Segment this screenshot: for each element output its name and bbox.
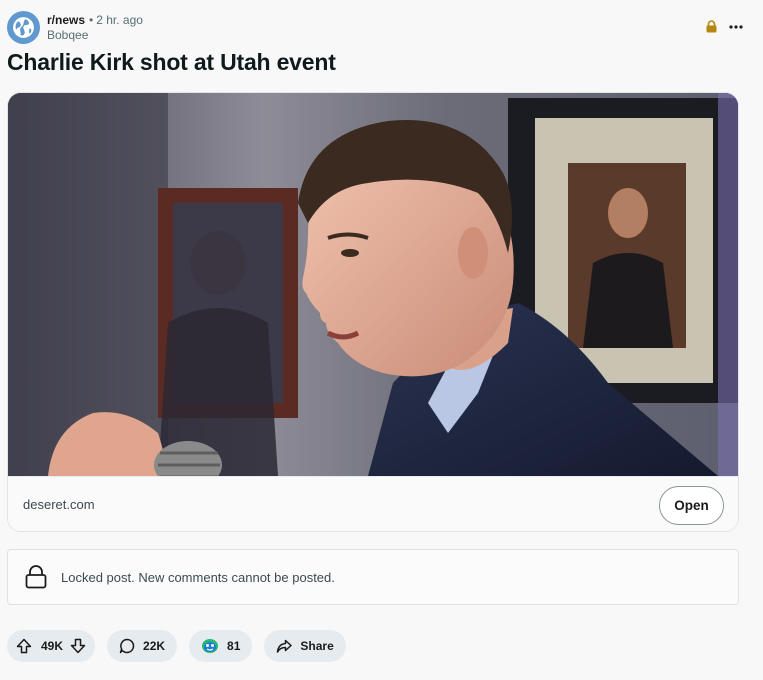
comment-bubble-icon [119, 638, 135, 653]
comments-button[interactable]: 22K [107, 629, 178, 662]
more-icon[interactable] [729, 24, 743, 29]
vote-count: 49K [41, 638, 64, 653]
thumbnail-image [8, 93, 738, 476]
subreddit-link[interactable]: r/news [47, 13, 85, 28]
lock-icon [706, 20, 717, 33]
link-preview-card[interactable]: deseret.com Open [7, 92, 739, 532]
award-count: 81 [227, 638, 241, 653]
post-title[interactable]: Charlie Kirk shot at Utah event [7, 49, 336, 76]
share-arrow-icon [277, 639, 293, 653]
award-icon [202, 638, 219, 653]
post-action-bar: 49K 22K 81 Share [7, 629, 358, 662]
locked-message: Locked post. New comments cannot be post… [61, 569, 335, 585]
locked-post-notice: Locked post. New comments cannot be post… [7, 549, 739, 605]
lock-icon [25, 565, 47, 589]
share-label: Share [300, 638, 334, 653]
vote-control: 49K [7, 629, 96, 662]
downvote-arrow-icon[interactable] [70, 638, 86, 654]
meta-separator: • [89, 13, 94, 27]
globe-icon [13, 17, 34, 38]
post-timestamp: 2 hr. ago [96, 13, 143, 27]
open-link-button[interactable]: Open [659, 486, 724, 525]
link-domain[interactable]: deseret.com [23, 497, 95, 512]
award-button[interactable]: 81 [189, 629, 253, 662]
subreddit-avatar[interactable] [7, 11, 40, 44]
link-footer: deseret.com Open [8, 476, 738, 531]
post-header: r/news • 2 hr. ago Bobqee [7, 11, 743, 45]
header-actions [706, 20, 743, 33]
share-button[interactable]: Share [264, 629, 346, 662]
author-link[interactable]: Bobqee [47, 28, 143, 43]
upvote-arrow-icon[interactable] [16, 638, 32, 654]
post-meta: r/news • 2 hr. ago Bobqee [47, 13, 143, 43]
link-thumbnail[interactable] [8, 93, 738, 476]
comment-count: 22K [143, 638, 166, 653]
